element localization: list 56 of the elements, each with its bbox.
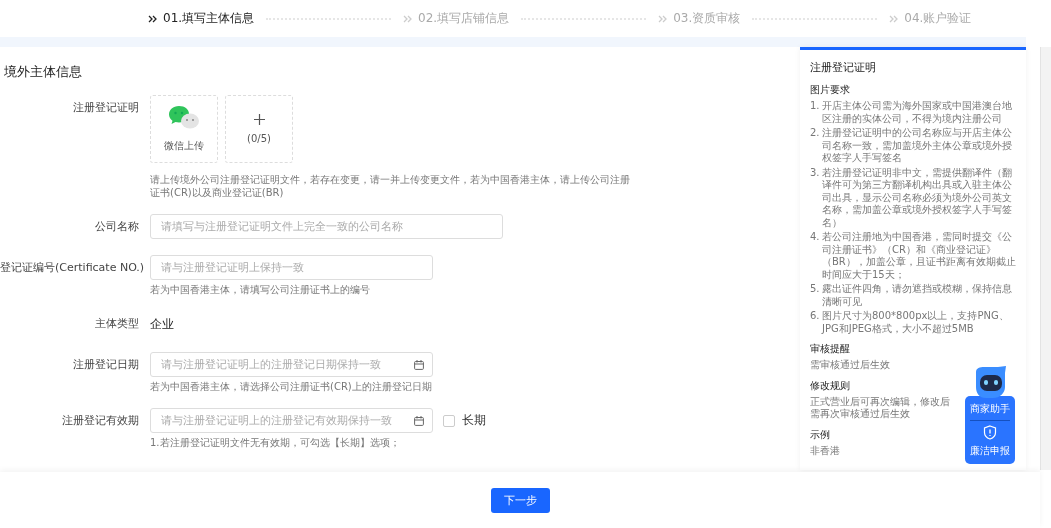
chat-bubbles-icon xyxy=(168,105,200,131)
hint-text: 1.若注册登记证明文件无有效期，可勾选【长期】选项； xyxy=(150,436,401,449)
step-tab[interactable]: 02.填写店铺信息 xyxy=(403,10,510,27)
input-field[interactable]: 请与注册登记证明上保持一致 xyxy=(150,255,433,280)
assistant-widget[interactable]: 商家助手 廉洁申报 xyxy=(965,396,1015,464)
requirement-text: 图片尺寸为800*800px以上，支持PNG、JPG和JPEG格式，大小不超过5MB xyxy=(822,310,1010,335)
date-field[interactable]: 请与注册登记证明上的注册登记有效期保持一致 xyxy=(150,408,433,433)
add-file-button[interactable]: (0/5) xyxy=(225,95,293,163)
list-number: 3. xyxy=(810,166,821,179)
field-label: 主体类型 xyxy=(94,316,140,332)
checkbox-label: 长期 xyxy=(462,412,486,429)
panel-title: 注册登记证明 xyxy=(810,60,877,75)
field-label: 注册登记证明 xyxy=(72,100,140,116)
field-label: 登记证编号(Certificate NO.) xyxy=(0,260,146,276)
requirement-text: 注册登记证明中的公司名称应与开店主体公司名称一致，需加盖境外主体公章或境外授权签字人手写签名 xyxy=(822,127,1013,165)
requirement-text: 若注册登记证明非中文，需提供翻译件（翻译件可为第三方翻译机构出具或入驻主体公司出具，显示公司名称必须为境外公司英文名称，需加盖公章或境外授权签字人手写签名） xyxy=(822,166,1013,229)
date-field[interactable]: 请与注册登记证明上的注册登记日期保持一致 xyxy=(150,352,433,377)
checkbox[interactable] xyxy=(443,414,455,427)
panel-text: 需审核通过后生效 xyxy=(810,359,890,372)
panel-text: 正式营业后可再次编辑，修改后需再次审核通过后生效 xyxy=(810,395,951,421)
panel-text: 非香港 xyxy=(810,444,840,457)
double-chevron-icon xyxy=(658,14,668,23)
panel-heading: 图片要求 xyxy=(810,83,850,97)
hint-text: 请上传境外公司注册登记证明文件，若存在变更，请一并上传变更文件，若为中国香港主体，请上传公司注册证书(CR)以及商业登记证(BR) xyxy=(150,173,630,199)
double-chevron-icon xyxy=(403,14,413,23)
list-number: 2. xyxy=(810,127,821,140)
requirement-text: 露出证件四角，请勿遮挡或模糊，保持信息清晰可见 xyxy=(822,283,1013,308)
next-button[interactable]: 下一步 xyxy=(491,487,550,513)
scrollbar-track[interactable] xyxy=(1040,47,1051,470)
list-number: 4. xyxy=(810,231,821,244)
requirement-text: 开店主体公司需为海外国家或中国港澳台地区注册的实体公司，不得为境内注册公司 xyxy=(822,100,1013,125)
calendar-icon xyxy=(414,359,424,370)
shield-icon xyxy=(983,425,997,440)
step-tab[interactable]: 04.账户验证 xyxy=(889,10,972,27)
field-label: 注册登记有效期 xyxy=(61,413,140,429)
panel-heading: 示例 xyxy=(810,427,830,442)
section-title: 境外主体信息 xyxy=(4,63,83,81)
wechat-upload-button[interactable]: 微信上传 xyxy=(150,95,218,163)
field-label: 注册登记日期 xyxy=(72,357,140,373)
field-label: 公司名称 xyxy=(94,219,140,235)
list-number: 1. xyxy=(810,100,821,113)
plus-icon xyxy=(253,114,265,125)
double-chevron-icon xyxy=(889,14,899,23)
double-chevron-icon xyxy=(148,14,157,23)
field-value: 企业 xyxy=(150,316,174,333)
panel-heading: 审核提醒 xyxy=(810,342,850,356)
step-tab[interactable]: 01.填写主体信息 xyxy=(148,10,255,27)
hint-text: 若为中国香港主体，请填写公司注册证书上的编号 xyxy=(150,283,371,296)
calendar-icon xyxy=(414,415,424,426)
requirement-text: 若公司注册地为中国香港，需同时提交《公司注册证书》（CR）和《商业登记证》（BR），加盖公章，且证书距离有效期截止时间应大于15天； xyxy=(822,231,1017,281)
input-field[interactable]: 请填写与注册登记证明文件上完全一致的公司名称 xyxy=(150,214,503,239)
step-tab[interactable]: 03.资质审核 xyxy=(658,10,741,27)
list-number: 6. xyxy=(810,310,821,323)
panel-heading: 修改规则 xyxy=(810,378,850,393)
list-number: 5. xyxy=(810,283,821,296)
hint-text: 若为中国香港主体，请选择公司注册证书(CR)上的注册登记日期 xyxy=(150,380,433,393)
